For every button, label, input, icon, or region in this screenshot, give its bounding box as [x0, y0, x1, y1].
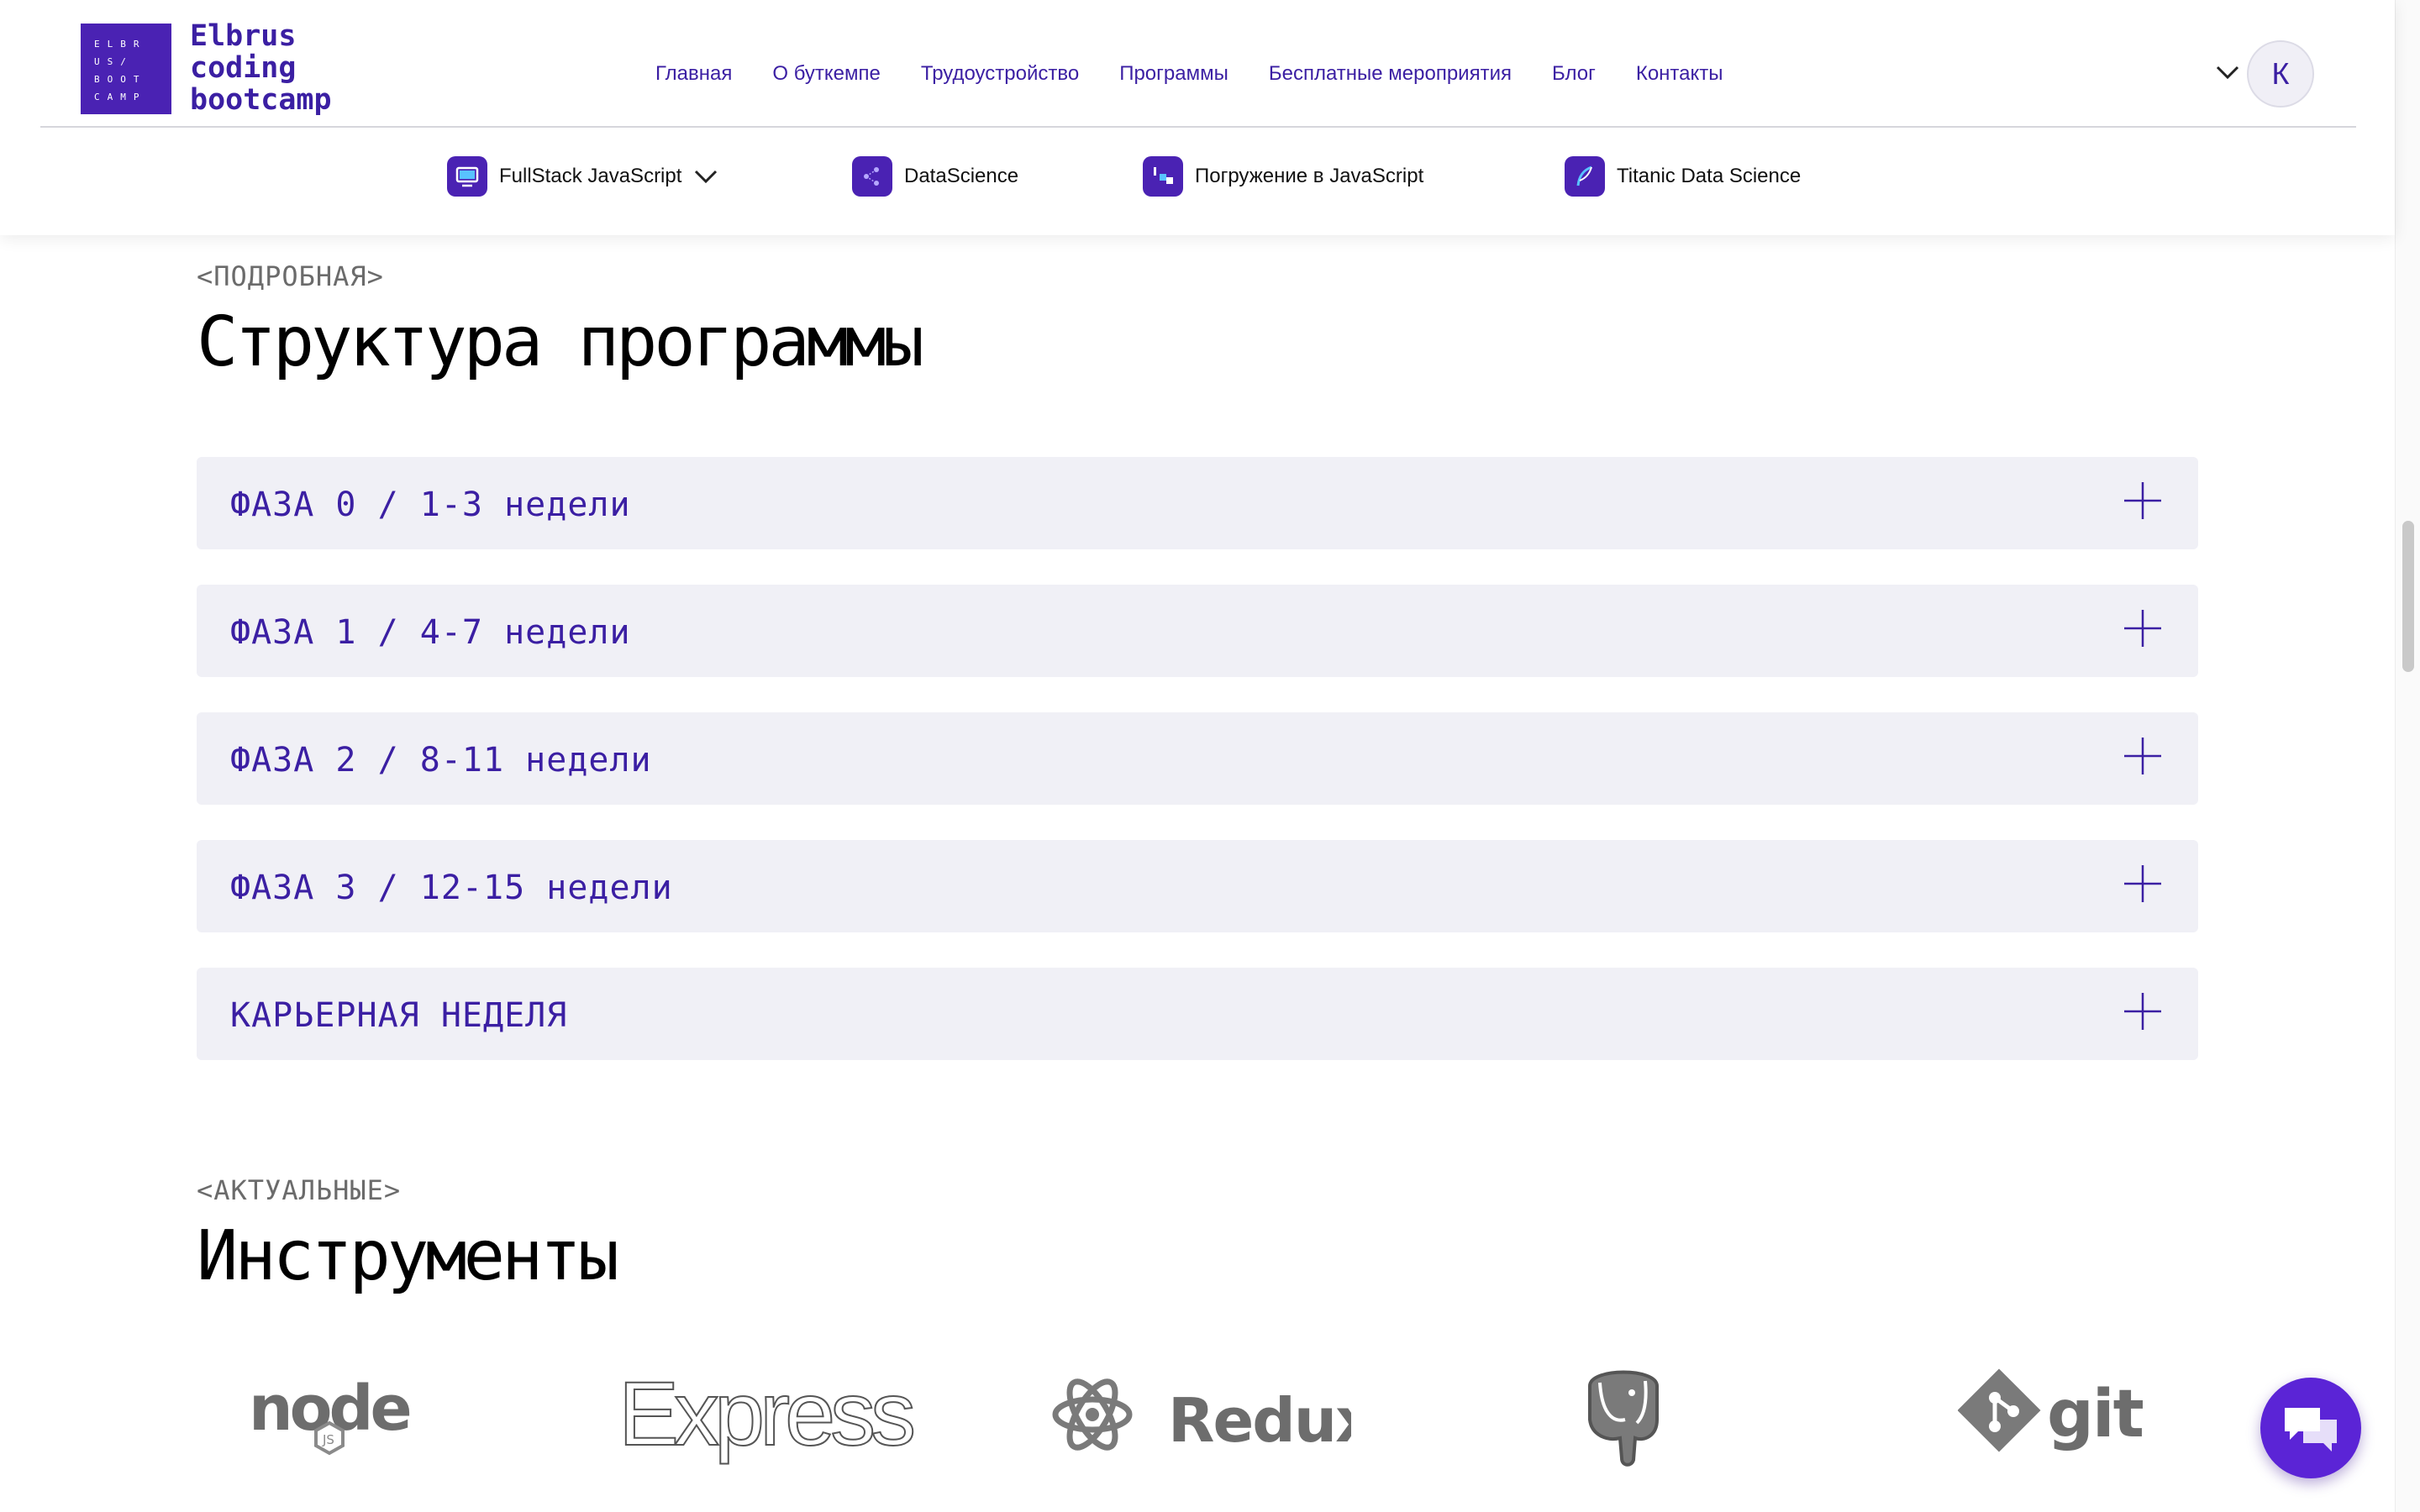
blocks-icon [1143, 156, 1183, 197]
avatar[interactable]: К [2247, 40, 2314, 108]
accordion-label: КАРЬЕРНАЯ НЕДЕЛЯ [230, 996, 568, 1035]
site-header: ELBR US/ BOOT CAMP Elbrus coding bootcam… [0, 0, 2395, 235]
structure-title: Структура программы [197, 302, 924, 382]
program-tab-label: DataScience [904, 165, 1019, 187]
accordion-phase-3[interactable]: ФАЗА 3 / 12-15 недели [197, 840, 2198, 932]
accordion-phase-0[interactable]: ФАЗА 0 / 1-3 недели [197, 457, 2198, 549]
header-divider [40, 126, 2356, 128]
feather-icon [1565, 156, 1605, 197]
nav-item-programs[interactable]: Программы [1119, 62, 1228, 86]
accordion-phase-2[interactable]: ФАЗА 2 / 8-11 недели [197, 712, 2198, 805]
chat-bubbles-icon [2285, 1408, 2337, 1452]
plus-icon[interactable] [2123, 991, 2163, 1032]
redux-logo: Redux [1049, 1361, 1376, 1470]
scrollbar-thumb[interactable] [2402, 521, 2414, 672]
nodejs-logo-sub: JS [322, 1432, 334, 1447]
nav-item-about[interactable]: О буткемпе [772, 62, 881, 86]
program-tab-js-immersion[interactable]: Погружение в JavaScript [1143, 156, 1423, 197]
page-scrollbar[interactable] [2395, 0, 2420, 1512]
avatar-letter: К [2271, 56, 2290, 91]
nav-item-employment[interactable]: Трудоустройство [921, 62, 1079, 86]
logo-grid-text: ELBR US/ BOOT CAMP [94, 39, 147, 102]
accordion-label: ФАЗА 1 / 4-7 недели [230, 613, 631, 652]
program-tab-titanic[interactable]: Titanic Data Science [1565, 156, 1801, 197]
main-nav: Главная О буткемпе Трудоустройство Прогр… [655, 62, 1723, 86]
postgresql-logo [1573, 1361, 1674, 1470]
nav-item-blog[interactable]: Блог [1552, 62, 1596, 86]
redux-logo-text: Redux [1168, 1385, 1351, 1456]
chevron-down-icon[interactable] [2215, 62, 2240, 82]
nav-item-free-events[interactable]: Бесплатные мероприятия [1269, 62, 1512, 86]
accordion-label: ФАЗА 0 / 1-3 недели [230, 486, 631, 524]
plus-icon[interactable] [2123, 864, 2163, 904]
tools-eyebrow: <АКТУАЛЬНЫЕ> [197, 1174, 402, 1206]
program-tab-fullstack[interactable]: FullStack JavaScript [447, 156, 718, 197]
accordion-label: ФАЗА 3 / 12-15 недели [230, 869, 673, 907]
tools-title: Инструменты [197, 1216, 619, 1296]
plus-icon[interactable] [2123, 736, 2163, 776]
structure-eyebrow: <ПОДРОБНАЯ> [197, 260, 384, 292]
monitor-icon [447, 156, 487, 197]
nav-item-contacts[interactable]: Контакты [1636, 62, 1723, 86]
plus-icon[interactable] [2123, 480, 2163, 521]
git-logo: git [1957, 1361, 2145, 1470]
nodejs-logo: node JS [249, 1361, 417, 1470]
program-tab-datascience[interactable]: DataScience [852, 156, 1018, 197]
express-logo-text: Express [618, 1362, 913, 1464]
program-tab-label: Погружение в JavaScript [1195, 165, 1424, 187]
accordion-label: ФАЗА 2 / 8-11 недели [230, 741, 652, 780]
git-logo-text: git [2047, 1377, 2143, 1452]
program-tab-label: FullStack JavaScript [499, 165, 682, 187]
program-tabs: FullStack JavaScript DataScience Погруже… [0, 153, 2395, 203]
chat-button[interactable] [2260, 1378, 2361, 1478]
accordion-career-week[interactable]: КАРЬЕРНАЯ НЕДЕЛЯ [197, 968, 2198, 1060]
chevron-down-icon[interactable] [693, 166, 718, 186]
program-tab-label: Titanic Data Science [1617, 165, 1802, 187]
plus-icon[interactable] [2123, 608, 2163, 648]
nav-item-home[interactable]: Главная [655, 62, 732, 86]
logo-wordmark[interactable]: Elbrus coding bootcamp [190, 20, 332, 116]
graph-nodes-icon [852, 156, 892, 197]
accordion-phase-1[interactable]: ФАЗА 1 / 4-7 недели [197, 585, 2198, 677]
logo-mark[interactable]: ELBR US/ BOOT CAMP [81, 24, 171, 114]
express-logo: Express [618, 1361, 921, 1470]
